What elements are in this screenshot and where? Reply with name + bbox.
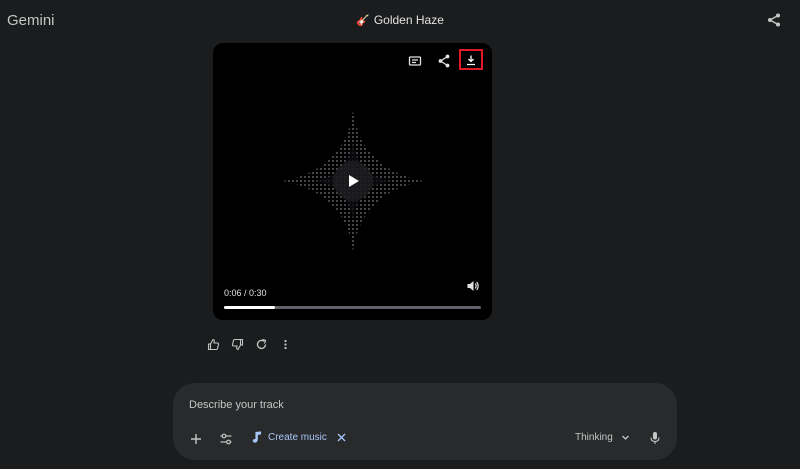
- regenerate-icon[interactable]: [255, 338, 268, 351]
- plus-icon[interactable]: [189, 432, 203, 446]
- thumbs-up-icon[interactable]: [207, 338, 220, 351]
- player-share-icon[interactable]: [436, 53, 452, 69]
- chevron-down-icon: [621, 435, 629, 440]
- more-vert-icon[interactable]: [279, 338, 292, 351]
- prompt-input[interactable]: Describe your track: [189, 399, 284, 411]
- play-button[interactable]: [333, 161, 373, 201]
- progress-bar[interactable]: [224, 306, 481, 309]
- play-icon: [349, 175, 359, 187]
- response-actions: [207, 338, 292, 351]
- guitar-icon: 🎸: [356, 15, 370, 27]
- download-icon: [467, 55, 475, 65]
- prompt-composer: Describe your track Create music Thinkin…: [173, 383, 677, 460]
- share-icon[interactable]: [766, 12, 782, 28]
- music-player: 0:06 / 0:30: [213, 43, 492, 320]
- progress-fill: [224, 306, 276, 309]
- close-icon[interactable]: [337, 433, 346, 442]
- playback-time: 0:06 / 0:30: [224, 288, 267, 298]
- model-label: Thinking: [575, 432, 613, 443]
- chat-title-text: Golden Haze: [373, 13, 444, 27]
- download-button[interactable]: [459, 49, 483, 70]
- tools-icon[interactable]: [219, 432, 233, 446]
- chat-title: 🎸 Golden Haze: [0, 13, 800, 27]
- thumbs-down-icon[interactable]: [231, 338, 244, 351]
- mic-icon[interactable]: [649, 431, 661, 445]
- music-note-icon: [252, 431, 262, 443]
- captions-icon[interactable]: [407, 53, 423, 69]
- model-selector[interactable]: Thinking: [575, 432, 630, 443]
- chip-label: Create music: [268, 431, 327, 443]
- create-music-chip[interactable]: Create music: [252, 431, 346, 443]
- volume-icon[interactable]: [466, 279, 480, 293]
